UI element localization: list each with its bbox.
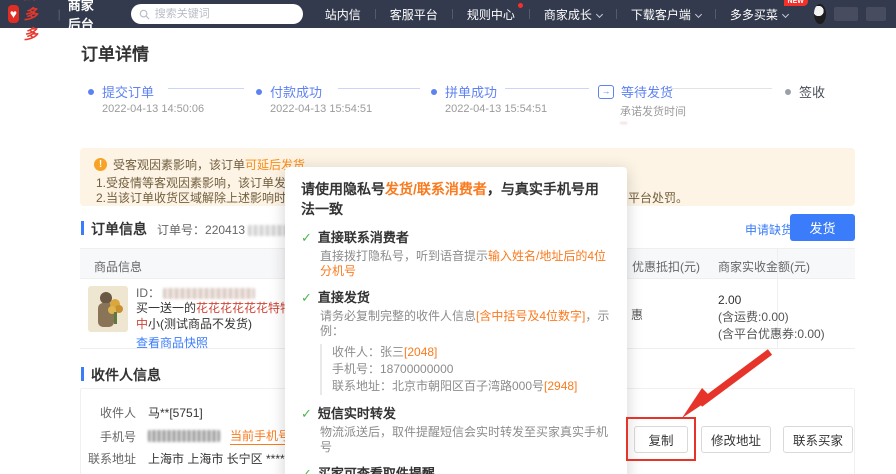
recipient-name-row: 收件人 马**[5751] — [99, 406, 203, 420]
new-badge: NEW — [783, 0, 808, 6]
edit-address-button[interactable]: 修改地址 — [701, 426, 771, 453]
check-icon: ✓ — [301, 466, 312, 474]
col-merchant-amount: 商家实收金额(元) — [718, 260, 810, 274]
recipient-info-title: 收件人信息 — [91, 367, 161, 383]
nav-divider: | — [57, 7, 61, 21]
nav-item-messages[interactable]: 站内信 — [321, 6, 365, 23]
step-dot — [256, 88, 262, 95]
nav-item-duoduo-maicai[interactable]: 多多买菜 NEW — [726, 0, 808, 23]
product-id: ID： — [136, 284, 256, 301]
banner-line3-tail: 平台处罚。 — [628, 191, 689, 205]
col-discount: 优惠抵扣(元) — [632, 260, 700, 274]
popup-item-contact: ✓ 直接联系消费者 直接拨打隐私号，听到语音提示输入姓名/地址后的4位分机号 — [301, 230, 607, 278]
contact-buyer-button[interactable]: 联系买家 — [783, 426, 853, 453]
section-bar — [81, 367, 84, 381]
global-search[interactable] — [130, 4, 303, 24]
product-name: 商家后台 — [67, 0, 94, 32]
product-thumbnail[interactable] — [88, 286, 128, 332]
step-payment-success: 付款成功 — [256, 82, 322, 101]
popup-item-pickup: ✓买家可查看取件提醒 买家可在拼多多APP中订单详情页/物流详情页查看收货手机号 — [301, 463, 611, 474]
step-signed: 签收 — [785, 82, 825, 101]
nav-links: 站内信 客服平台 规则中心 商家成长 下载客户端 多多买菜 NEW — [321, 0, 808, 23]
col-product: 商品信息 — [94, 260, 143, 274]
account-name-redacted — [865, 7, 886, 21]
step-submit-order: 提交订单 — [88, 82, 154, 101]
check-icon: ✓ — [301, 290, 312, 305]
shipment-box-icon: → — [598, 84, 614, 99]
section-bar — [81, 221, 84, 235]
popup-item-sms: ✓ 短信实时转发 物流派送后，取件提醒短信会实时转发至买家真实手机号 — [301, 406, 609, 454]
promise-ship-time-label: 承诺发货时间 — [620, 106, 686, 118]
warning-icon: ! — [94, 158, 107, 171]
step-time: 2022-04-13 14:50:06 — [102, 103, 205, 115]
merchant-amount-cell: 2.00 (含运费:0.00) (含平台优惠券:0.00) — [718, 293, 825, 341]
brand-name[interactable]: 拼多多 — [24, 0, 51, 44]
view-snapshot-link[interactable]: 查看商品快照 — [136, 334, 208, 351]
step-dot — [431, 88, 437, 95]
step-awaiting-shipment: → 等待发货 — [598, 82, 673, 101]
nav-item-merchant-growth[interactable]: 商家成长 — [540, 6, 606, 23]
banner-line1: 受客观因素影响，该订单 — [113, 158, 246, 172]
top-nav: ♥ 拼多多 | 商家后台 站内信 客服平台 规则中心 商家成长 下载客户端 多多… — [0, 0, 896, 42]
notification-dot — [517, 2, 523, 8]
phone-number-redacted — [148, 430, 220, 442]
check-icon: ✓ — [301, 406, 312, 421]
nav-item-rule-center[interactable]: 规则中心 — [463, 2, 523, 23]
page-title: 订单详情 — [81, 45, 149, 64]
step-dot — [88, 88, 94, 95]
pinduoduo-logo-icon[interactable]: ♥ — [8, 5, 19, 23]
step-time: 2022-04-13 15:54:51 — [445, 103, 548, 115]
search-input[interactable] — [154, 8, 295, 20]
step-time: 2022-04-13 15:54:51 — [270, 103, 373, 115]
privacy-number-popup: 请使用隐私号发货/联系消费者，与真实手机号用法一致 ✓ 直接联系消费者 直接拨打隐… — [285, 167, 627, 474]
account-name-redacted — [833, 7, 858, 21]
step-dot — [785, 88, 791, 95]
copy-button[interactable]: 复制 — [634, 426, 688, 453]
promise-ship-time-value: -- — [620, 117, 628, 129]
popup-title: 请使用隐私号发货/联系消费者，与真实手机号用法一致 — [301, 181, 599, 217]
nav-item-download-client[interactable]: 下载客户端 — [627, 6, 705, 23]
popup-item-ship: ✓ 直接发货 请务必复制完整的收件人信息[含中括号及4位数字]，示例： 收件人：张… — [301, 290, 611, 395]
order-detail-page: ♥ 拼多多 | 商家后台 站内信 客服平台 规则中心 商家成长 下载客户端 多多… — [0, 0, 896, 474]
check-icon: ✓ — [301, 230, 312, 245]
chevron-down-icon — [694, 10, 702, 18]
search-icon — [139, 9, 150, 20]
chevron-down-icon — [781, 10, 789, 18]
ship-button[interactable]: 发货 — [790, 214, 855, 241]
nav-item-service-platform[interactable]: 客服平台 — [386, 6, 442, 23]
apply-stockout-link[interactable]: 申请缺货 — [745, 221, 793, 238]
address-example-block: 收件人：张三[2048] 手机号：18700000000 联系地址：北京市朝阳区… — [320, 344, 611, 395]
order-info-title: 订单信息 — [91, 221, 147, 237]
product-id-redacted — [163, 288, 256, 300]
avatar[interactable] — [813, 4, 826, 24]
chevron-down-icon — [595, 10, 603, 18]
step-group-success: 拼单成功 — [431, 82, 497, 101]
discount-cell-fragment: 惠 — [631, 308, 644, 322]
